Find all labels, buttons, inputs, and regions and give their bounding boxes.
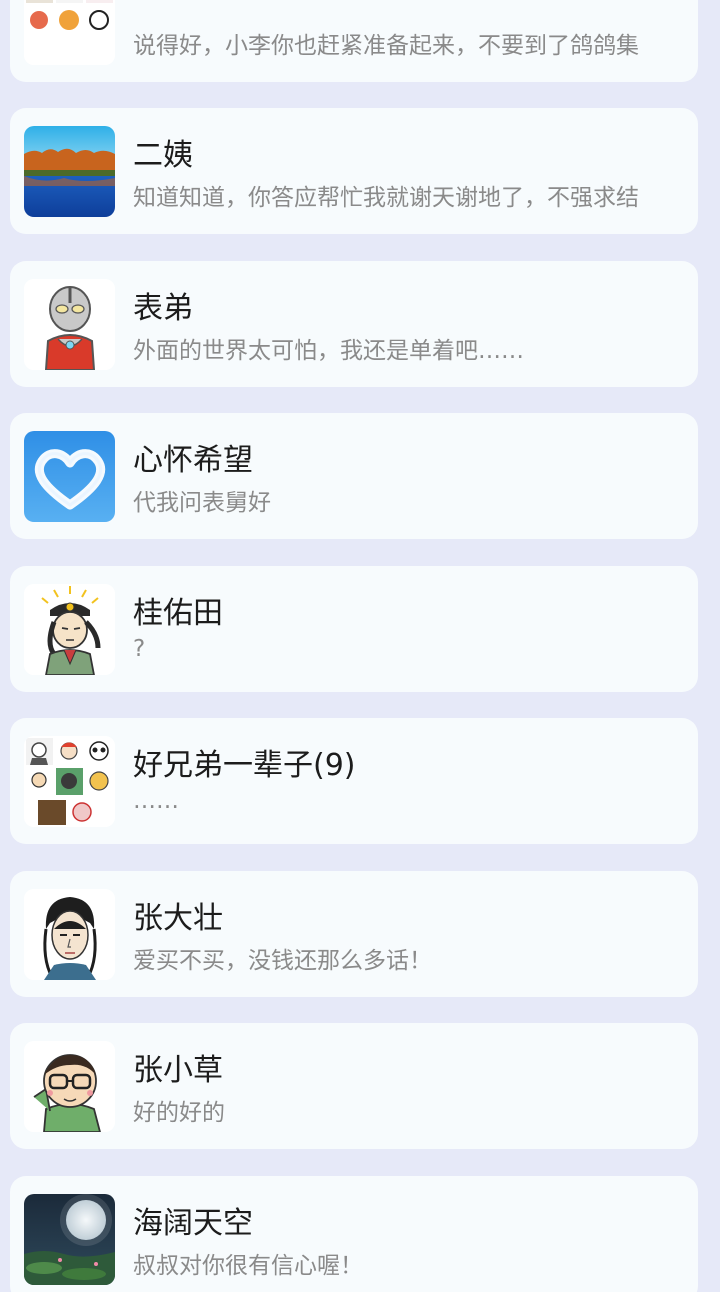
chat-name: 表弟 [133,291,193,326]
chat-name: 心怀希望 [133,443,253,478]
chat-last-message: 外面的世界太可怕，我还是单着吧…… [133,338,524,364]
chat-item[interactable]: 海阔天空 叔叔对你很有信心喔！ [10,1176,698,1292]
chat-item[interactable]: 张大壮 爱买不买，没钱还那么多话！ [10,871,698,997]
chat-item[interactable]: 表弟 外面的世界太可怕，我还是单着吧…… [10,261,698,387]
chat-item[interactable]: 桂佑田 ? [10,566,698,692]
chat-name: 桂佑田 [133,596,223,631]
chat-last-message: 代我问表舅好 [133,490,271,516]
chat-item[interactable]: 说得好，小李你也赶紧准备起来，不要到了鸽鸽集 [10,0,698,82]
group-grid-avatar [24,0,115,65]
chat-item[interactable]: 心怀希望 代我问表舅好 [10,413,698,539]
cartoon-monk-avatar [24,584,115,675]
chat-last-message: 知道知道，你答应帮忙我就谢天谢地了，不强求结 [133,185,639,211]
chat-item[interactable]: 张小草 好的好的 [10,1023,698,1149]
chat-name: 张小草 [133,1053,223,1088]
chat-name: 张大壮 [133,901,223,936]
chat-item[interactable]: 二姨 知道知道，你答应帮忙我就谢天谢地了，不强求结 [10,108,698,234]
chat-last-message: 叔叔对你很有信心喔！ [133,1253,363,1279]
anime-man-avatar [24,889,115,980]
group-grid-avatar [24,736,115,827]
chat-last-message: …… [133,788,179,814]
chat-last-message: 说得好，小李你也赶紧准备起来，不要到了鸽鸽集 [133,33,639,59]
chat-last-message: 好的好的 [133,1100,225,1126]
chat-list: 说得好，小李你也赶紧准备起来，不要到了鸽鸽集 二姨 知道知道，你答应帮忙我就谢天… [0,0,720,1292]
autumn-lake-avatar [24,126,115,217]
chat-name: 好兄弟一辈子(9) [133,748,356,783]
chat-last-message: 爱买不买，没钱还那么多话！ [133,948,432,974]
ultraman-avatar [24,279,115,370]
chat-last-message: ? [133,636,146,662]
chat-name: 海阔天空 [133,1206,253,1241]
moon-night-avatar [24,1194,115,1285]
cloud-heart-avatar [24,431,115,522]
chat-item[interactable]: 好兄弟一辈子(9) …… [10,718,698,844]
cartoon-glasses-avatar [24,1041,115,1132]
chat-name: 二姨 [133,138,193,173]
